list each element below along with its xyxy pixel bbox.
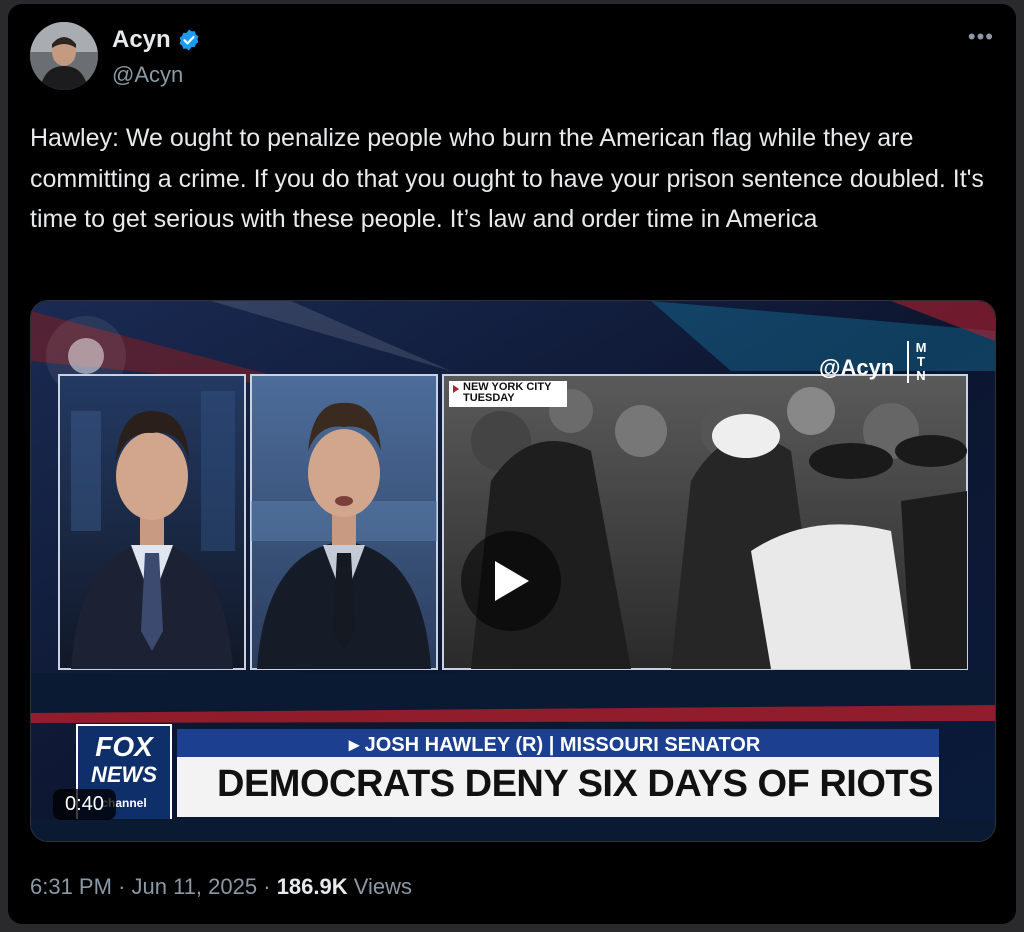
more-options-icon[interactable]: ••• — [968, 24, 994, 50]
verified-badge-icon — [179, 29, 199, 51]
lower-third-person: JOSH HAWLEY (R) — [364, 734, 544, 756]
lower-third-divider: | — [543, 734, 560, 756]
tweet-meta: 6:31 PM · Jun 11, 2025 · 186.9K Views — [30, 874, 412, 900]
author-name[interactable]: Acyn — [112, 26, 171, 54]
tweet-time[interactable]: 6:31 PM — [30, 874, 112, 899]
meta-separator: · — [263, 874, 271, 899]
views-count: 186.9K — [276, 874, 348, 899]
avatar-image — [30, 22, 98, 90]
location-day: TUESDAY — [463, 392, 515, 404]
author-row: Acyn — [112, 26, 201, 54]
channel-logo-top: FOX — [95, 731, 153, 762]
headline: DEMOCRATS DENY SIX DAYS OF RIOTS — [217, 763, 933, 805]
lower-third-name: ▸ JOSH HAWLEY (R) | MISSOURI SENATOR — [349, 732, 760, 757]
mtn-letter-n: N — [916, 368, 926, 383]
tweet-date[interactable]: Jun 11, 2025 — [132, 874, 258, 899]
author-handle[interactable]: @Acyn — [112, 62, 183, 88]
mtn-letter-m: M — [915, 340, 927, 355]
location-tag: NEW YORK CITY TUESDAY — [463, 382, 551, 404]
meta-separator: · — [118, 874, 126, 899]
tweet-text: Hawley: We ought to penalize people who … — [30, 124, 984, 233]
play-icon — [495, 561, 529, 601]
mtn-letter-t: T — [917, 354, 925, 369]
mtn-logo: M T N — [907, 341, 929, 383]
video-player[interactable]: @Acyn M T N NEW YORK CITY TUESDAY ▸ JOSH… — [30, 300, 996, 842]
acyn-watermark: @Acyn — [819, 355, 894, 381]
lower-third-role: MISSOURI SENATOR — [559, 734, 761, 756]
channel-logo-bottom: NEWS — [91, 762, 157, 787]
hawley-panel — [250, 374, 438, 670]
watermark-handle: @Acyn — [819, 355, 895, 380]
play-button[interactable] — [461, 531, 561, 631]
lower-third-arrow-icon: ▸ — [349, 734, 365, 756]
avatar[interactable] — [30, 22, 98, 90]
views-label: Views — [353, 874, 413, 899]
video-duration: 0:40 — [53, 789, 116, 820]
host-panel-left — [58, 374, 246, 670]
tweet-card: Acyn @Acyn ••• Hawley: We ought to penal… — [8, 4, 1016, 924]
